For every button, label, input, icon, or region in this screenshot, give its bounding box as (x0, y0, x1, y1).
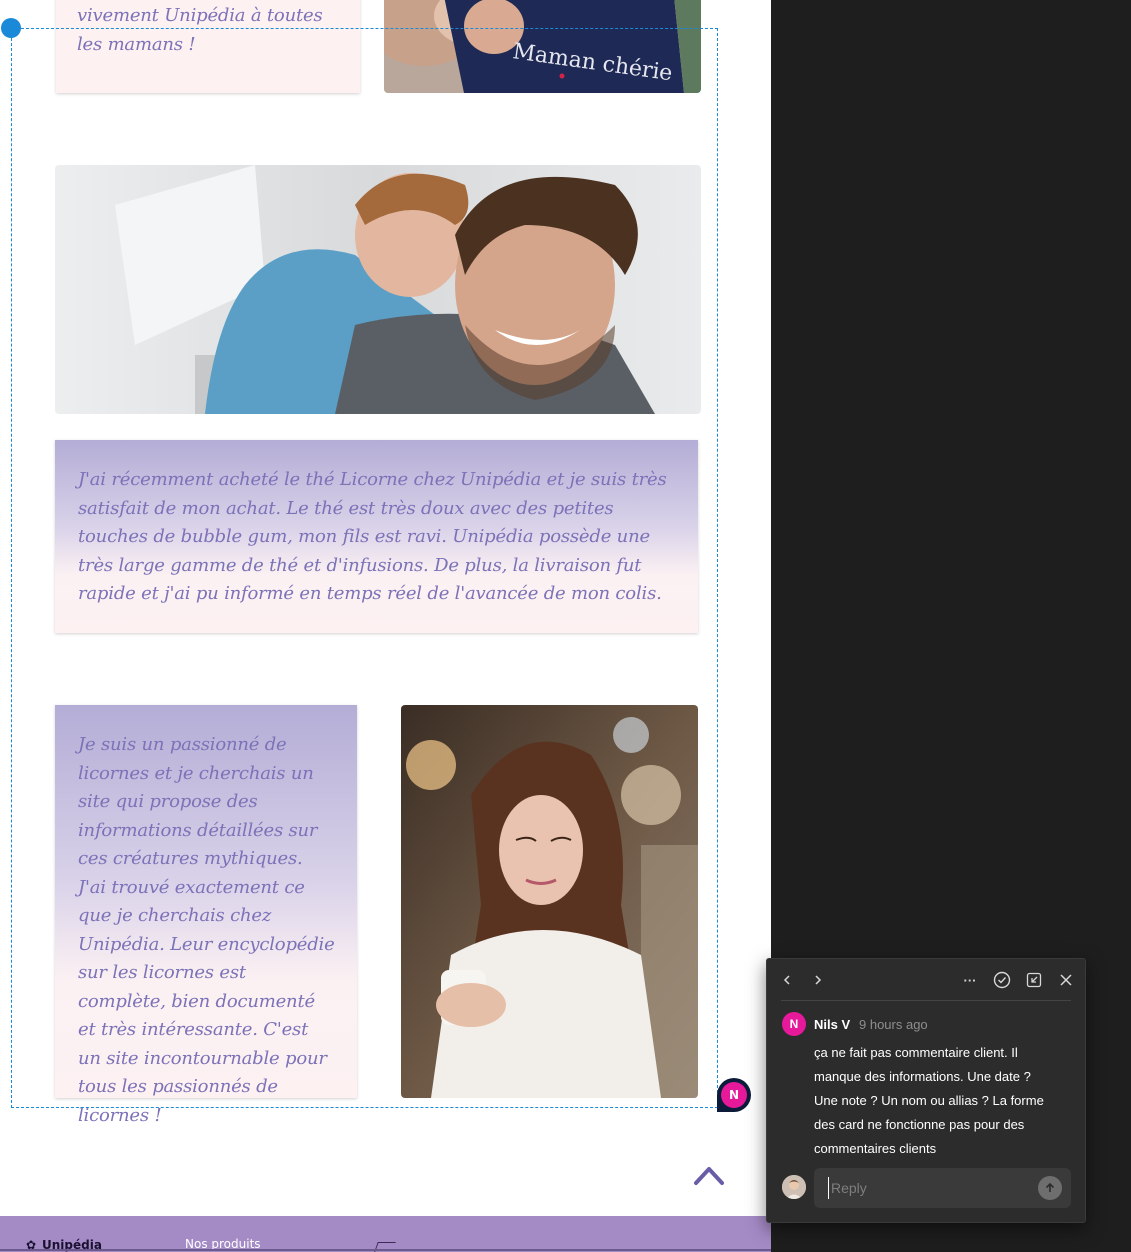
site-footer: ✿ Unipédia Nos produits (0, 1216, 771, 1252)
check-circle-icon (993, 971, 1011, 989)
reply-box (814, 1168, 1071, 1208)
dock-icon (1026, 972, 1042, 988)
current-user-avatar (782, 1175, 806, 1199)
scroll-top-chevron-icon[interactable] (693, 1163, 725, 1187)
selection-handle[interactable] (1, 18, 21, 38)
footer-divider (0, 1249, 771, 1251)
comment-body: ça ne fait pas commentaire client. Il ma… (814, 1045, 1044, 1156)
resolve-button[interactable] (990, 968, 1014, 992)
chevron-right-icon (815, 975, 822, 985)
more-options-button[interactable]: ··· (958, 968, 982, 992)
comment-pin-avatar: N (721, 1082, 747, 1108)
close-icon (1060, 974, 1072, 986)
comment-timestamp: 9 hours ago (859, 1017, 928, 1032)
next-comment-button[interactable] (806, 968, 830, 992)
selection-frame[interactable] (11, 28, 718, 1108)
dock-panel-button[interactable] (1022, 968, 1046, 992)
send-reply-button[interactable] (1038, 1176, 1062, 1200)
previous-comment-button[interactable] (775, 968, 799, 992)
chevron-left-icon (783, 975, 790, 985)
comment-pin[interactable]: N (717, 1078, 751, 1112)
close-panel-button[interactable] (1054, 968, 1078, 992)
author-avatar: N (782, 1012, 806, 1036)
arrow-up-icon (1045, 1182, 1055, 1192)
reply-input[interactable] (828, 1177, 1028, 1199)
toolbar-divider (781, 1000, 1071, 1001)
comment-toolbar: ··· (767, 959, 1085, 1001)
comment-thread-panel: ··· N Nils V 9 hours ago ça ne fait pas … (766, 958, 1086, 1223)
design-canvas: vivement Unipédia à toutes les mamans ! … (0, 0, 771, 1252)
comment-author: Nils V (814, 1017, 851, 1032)
